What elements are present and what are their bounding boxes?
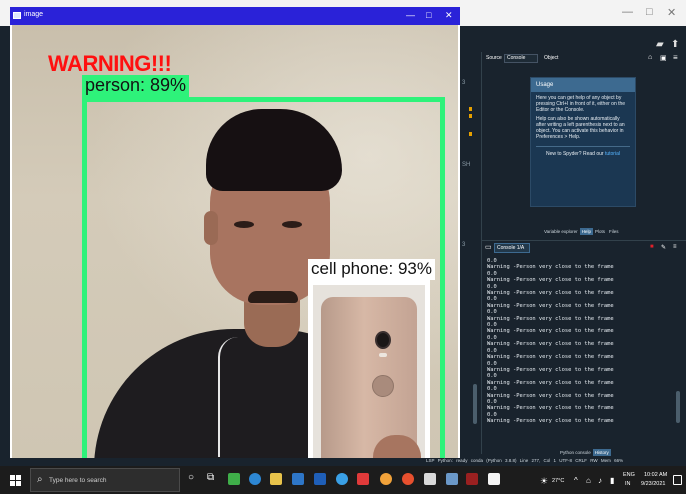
- gutter-text: SH: [462, 162, 471, 168]
- clock-date[interactable]: 9/23/2021: [641, 481, 665, 487]
- usage-paragraph: Here you can get help of any object by p…: [536, 95, 626, 113]
- firefox-icon[interactable]: [402, 473, 414, 485]
- warning-marker-icon: [469, 114, 472, 118]
- usage-new-text: New to Spyder? Read our: [546, 151, 604, 157]
- phone-detection-label: cell phone: 93%: [308, 259, 435, 280]
- store-icon[interactable]: [292, 473, 304, 485]
- search-icon: ⌕: [37, 474, 43, 485]
- warning-text: WARNING!!!: [48, 51, 172, 76]
- usage-new-line: New to Spyder? Read our tutorial: [531, 147, 635, 157]
- green-app-icon[interactable]: [228, 473, 240, 485]
- lock-icon[interactable]: ▣: [660, 54, 667, 62]
- task-view-icon[interactable]: ⧉: [207, 472, 214, 483]
- console-pane: ▭ Console 1/A ■ ✎ ≡ 0.0 Warning -Person v…: [482, 240, 686, 456]
- tab-python-console[interactable]: Python console: [558, 449, 593, 456]
- source-label: Source: [486, 55, 502, 61]
- usage-card: Usage Here you can get help of any objec…: [530, 77, 636, 207]
- desktop-screen: — □ ✕ ▰ ⬆ 3 SH 3 Source Console Object ⌂: [0, 0, 686, 494]
- taskbar-search[interactable]: ⌕ Type here to search: [30, 468, 180, 492]
- language-bottom[interactable]: IN: [625, 481, 631, 487]
- image-window-title: image: [24, 11, 44, 18]
- image-window-titlebar[interactable]: image — □ ✕: [10, 7, 460, 25]
- person-detection-label: person: 89%: [82, 75, 190, 97]
- language-top[interactable]: ENG: [623, 472, 635, 478]
- arrow-up-icon[interactable]: ⬆: [671, 39, 679, 50]
- minimize-icon[interactable]: —: [406, 10, 415, 20]
- console-tabbar: ▭ Console 1/A ■ ✎ ≡: [482, 241, 686, 255]
- window-icon: [13, 12, 21, 19]
- search-placeholder: Type here to search: [49, 477, 107, 484]
- tutorial-link[interactable]: tutorial: [605, 151, 620, 157]
- windows-logo-icon: [10, 475, 15, 480]
- battery-icon[interactable]: ▮: [610, 476, 614, 485]
- weather-temp[interactable]: 27°C: [552, 478, 564, 484]
- console-scrollbar[interactable]: [676, 391, 680, 423]
- edge-icon[interactable]: [249, 473, 261, 485]
- minimize-icon[interactable]: —: [622, 6, 633, 18]
- editor-scrollbar[interactable]: [473, 384, 477, 424]
- tab-plots[interactable]: Plots: [593, 228, 607, 235]
- menu-icon[interactable]: ≡: [673, 53, 678, 62]
- notepad-icon[interactable]: [488, 473, 500, 485]
- stop-icon[interactable]: ■: [650, 244, 654, 250]
- cortana-icon[interactable]: ○: [188, 472, 194, 483]
- folder-icon[interactable]: ▰: [656, 39, 664, 50]
- usage-paragraph: Help can also be shown automatically aft…: [536, 116, 625, 140]
- help-toolbar: Source Console Object ⌂ ▣ ≡: [482, 52, 686, 66]
- chrome-icon[interactable]: [380, 473, 392, 485]
- close-icon[interactable]: ✕: [667, 6, 676, 19]
- cortana-app-icon[interactable]: [336, 473, 348, 485]
- console-icon: ▭: [485, 244, 492, 251]
- windows-logo-icon: [16, 475, 21, 480]
- warning-marker-icon: [469, 132, 472, 136]
- source-select[interactable]: Console: [504, 54, 538, 63]
- gutter-text: 3: [462, 242, 466, 248]
- volume-icon[interactable]: ♪: [598, 476, 602, 485]
- spyder-toolbar: ▰ ⬆: [460, 38, 686, 52]
- notification-icon[interactable]: [673, 475, 682, 485]
- tab-files[interactable]: Files: [607, 228, 621, 235]
- help-pane: Source Console Object ⌂ ▣ ≡ Usage Here y…: [482, 52, 686, 238]
- editor-gutter: 3 SH 3: [460, 52, 482, 454]
- document-app-icon[interactable]: [424, 473, 436, 485]
- red-app-icon[interactable]: [357, 473, 369, 485]
- usage-title: Usage: [531, 78, 635, 92]
- windows-logo-icon: [16, 481, 21, 486]
- start-button[interactable]: [0, 466, 30, 494]
- spyder-icon[interactable]: [466, 473, 478, 485]
- camera-frame: person: 89% cell phone: 93% WARNING!!!: [12, 25, 458, 458]
- network-icon[interactable]: ⌂: [586, 476, 591, 485]
- console-bottom-tabbar: Python console History: [558, 449, 611, 456]
- clock-time[interactable]: 10:02 AM: [644, 472, 667, 478]
- image-window: image — □ ✕ person: 89% cell phone: 93% …: [10, 7, 460, 458]
- tab-variable-explorer[interactable]: Variable explorer: [542, 228, 580, 235]
- close-icon[interactable]: ✕: [445, 10, 453, 21]
- tab-help[interactable]: Help: [579, 228, 593, 235]
- taskbar: ⌕ Type here to search ○ ⧉ ☀ 27°C ^ ⌂ ♪ ▮…: [0, 466, 686, 494]
- warning-marker-icon: [469, 107, 472, 111]
- console-output[interactable]: 0.0 Warning -Person very close to the fra…: [487, 258, 673, 443]
- help-tabbar: Variable explorer Help Plots Files: [542, 228, 620, 237]
- menu-icon[interactable]: ≡: [673, 244, 677, 250]
- tab-history[interactable]: History: [592, 449, 611, 456]
- console-line: Warning -Person very close to the frame: [487, 418, 614, 425]
- windows-logo-icon: [10, 481, 15, 486]
- maximize-icon[interactable]: □: [646, 6, 653, 18]
- pencil-icon[interactable]: ✎: [661, 244, 666, 251]
- phone-bounding-box: [308, 280, 430, 458]
- chevron-up-icon[interactable]: ^: [574, 476, 578, 485]
- file-explorer-icon[interactable]: [270, 473, 282, 485]
- gutter-text: 3: [462, 80, 466, 86]
- tab-console[interactable]: Console 1/A: [494, 243, 530, 253]
- maximize-icon[interactable]: □: [426, 10, 431, 20]
- weather-icon[interactable]: ☀: [540, 476, 548, 487]
- blue-app-icon[interactable]: [314, 473, 326, 485]
- window-app-icon[interactable]: [446, 473, 458, 485]
- home-icon[interactable]: ⌂: [648, 54, 652, 61]
